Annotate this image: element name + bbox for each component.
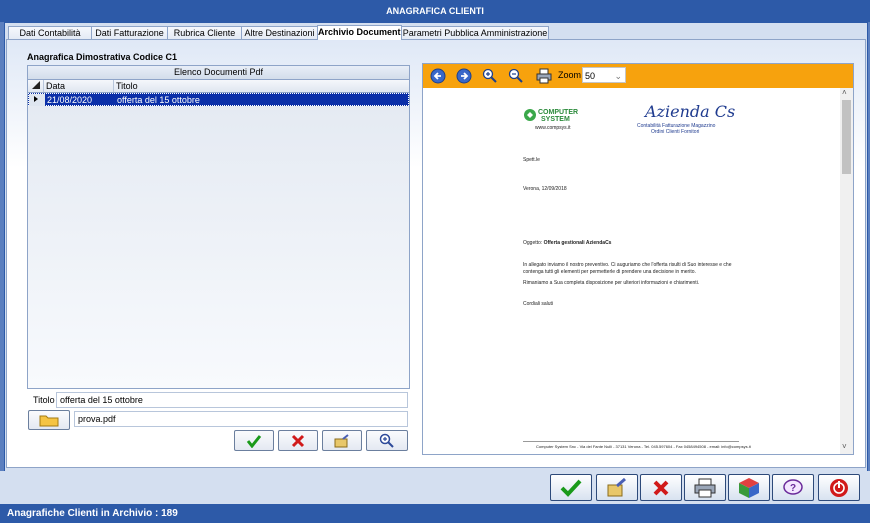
back-arrow-icon[interactable]: [430, 68, 446, 84]
help-button[interactable]: ?: [772, 474, 814, 501]
print-button[interactable]: [684, 474, 726, 501]
window-title: ANAGRAFICA CLIENTI: [0, 0, 870, 22]
check-icon: [246, 434, 262, 448]
browse-folder-button[interactable]: [28, 410, 70, 430]
zoom-in-icon[interactable]: [482, 68, 498, 84]
clean-small-button[interactable]: [322, 430, 362, 451]
column-titolo[interactable]: Titolo: [114, 80, 409, 92]
delete-small-button[interactable]: [278, 430, 318, 451]
logo-left-line1: COMPUTER: [538, 109, 579, 116]
zoom-out-icon[interactable]: [508, 68, 524, 84]
help-icon: ?: [783, 478, 803, 495]
column-data[interactable]: Data: [44, 80, 114, 92]
grid-title: Elenco Documenti Pdf: [28, 66, 409, 80]
print-icon[interactable]: [536, 68, 552, 84]
doc-greeting: Spett.le: [523, 157, 540, 163]
cell-titolo: offerta del 15 ottobre: [117, 95, 200, 105]
computer-system-logo-icon: [524, 109, 536, 121]
titolo-label: Titolo: [33, 395, 55, 405]
tab-altre-destinazioni[interactable]: Altre Destinazioni: [241, 26, 318, 40]
magnifier-plus-icon: [379, 433, 394, 448]
doc-body-1: In allegato inviamo il nostro preventivo…: [523, 262, 732, 268]
save-button[interactable]: [550, 474, 592, 501]
logo-left-line2: SYSTEM: [541, 116, 570, 123]
cube-icon: [739, 477, 759, 498]
close-icon: [653, 480, 669, 495]
table-row[interactable]: 21/08/2020 offerta del 15 ottobre: [28, 93, 409, 106]
scroll-thumb[interactable]: [842, 100, 851, 174]
folder-icon: [39, 415, 59, 427]
doc-footer: Computer System Snc - Via del Fante Null…: [536, 444, 751, 449]
tab-archivio-documenti[interactable]: Archivio Documenti: [317, 25, 402, 40]
pdf-viewer[interactable]: Zoom 50 ⌄ COMPUTER SYSTEM www.compsys.it…: [422, 63, 854, 455]
pdf-page: COMPUTER SYSTEM www.compsys.it Azienda C…: [423, 88, 840, 454]
titolo-input[interactable]: offerta del 15 ottobre: [56, 392, 408, 408]
tab-parametri-pa[interactable]: Parametri Pubblica Amministrazione: [401, 26, 549, 40]
row-selector-header: [28, 80, 44, 92]
zoom-select[interactable]: 50 ⌄: [582, 67, 626, 83]
cell-data: 21/08/2020: [47, 95, 93, 105]
check-icon: [560, 479, 582, 497]
zoom-label: Zoom: [558, 70, 582, 80]
logo-right-title: Azienda Cs: [645, 102, 736, 121]
broom-icon: [334, 433, 349, 447]
pdf-toolbar: Zoom 50 ⌄: [423, 64, 853, 88]
chevron-down-icon: ⌄: [614, 71, 622, 81]
doc-date: Verona, 12/09/2018: [523, 186, 567, 192]
doc-body-2: contenga tutti gli elementi per permette…: [523, 269, 696, 275]
zoom-value: 50: [585, 71, 596, 81]
confirm-small-button[interactable]: [234, 430, 274, 451]
close-icon: [291, 434, 305, 447]
scroll-up-icon[interactable]: ˄: [842, 88, 847, 97]
tab-dati-contabilita[interactable]: Dati Contabilità: [8, 26, 92, 40]
svg-text:?: ?: [790, 483, 796, 494]
clean-button[interactable]: [596, 474, 638, 501]
zoom-preview-button[interactable]: [366, 430, 408, 451]
status-bar: Anagrafiche Clienti in Archivio : 189: [0, 504, 870, 523]
doc-body-3: Rimaniamo a Sua completa disposizione pe…: [523, 280, 700, 286]
footer-rule: [523, 441, 739, 442]
archive-button[interactable]: [728, 474, 770, 501]
file-path-input[interactable]: prova.pdf: [74, 411, 408, 427]
logo-right-sub2: Ordini Clienti Fornitori: [651, 129, 700, 135]
section-heading: Anagrafica Dimostrativa Codice C1: [27, 52, 178, 62]
sort-triangle-icon: [32, 81, 40, 89]
logo-left-url: www.compsys.it: [535, 125, 571, 131]
scroll-down-icon[interactable]: ˅: [842, 442, 847, 451]
row-pointer-icon: [29, 94, 45, 106]
pdf-scrollbar[interactable]: ˄ ˅: [840, 88, 853, 454]
exit-button[interactable]: [818, 474, 860, 501]
printer-icon: [694, 478, 716, 497]
forward-arrow-icon[interactable]: [456, 68, 472, 84]
broom-icon: [607, 477, 626, 496]
grid-header: Data Titolo: [28, 80, 409, 93]
doc-subject-text: Offerta gestionali AziendaCs: [543, 240, 612, 246]
power-icon: [830, 478, 848, 497]
doc-subject-prefix: Oggetto:: [523, 240, 543, 246]
cancel-button[interactable]: [640, 474, 682, 501]
tab-dati-fatturazione[interactable]: Dati Fatturazione: [91, 26, 168, 40]
documents-grid[interactable]: Elenco Documenti Pdf Data Titolo 21/08/2…: [27, 65, 410, 389]
tab-rubrica-cliente[interactable]: Rubrica Cliente: [167, 26, 242, 40]
doc-subject: Oggetto: Offerta gestionali AziendaCs: [523, 240, 611, 246]
doc-closing: Cordiali saluti: [523, 301, 554, 307]
